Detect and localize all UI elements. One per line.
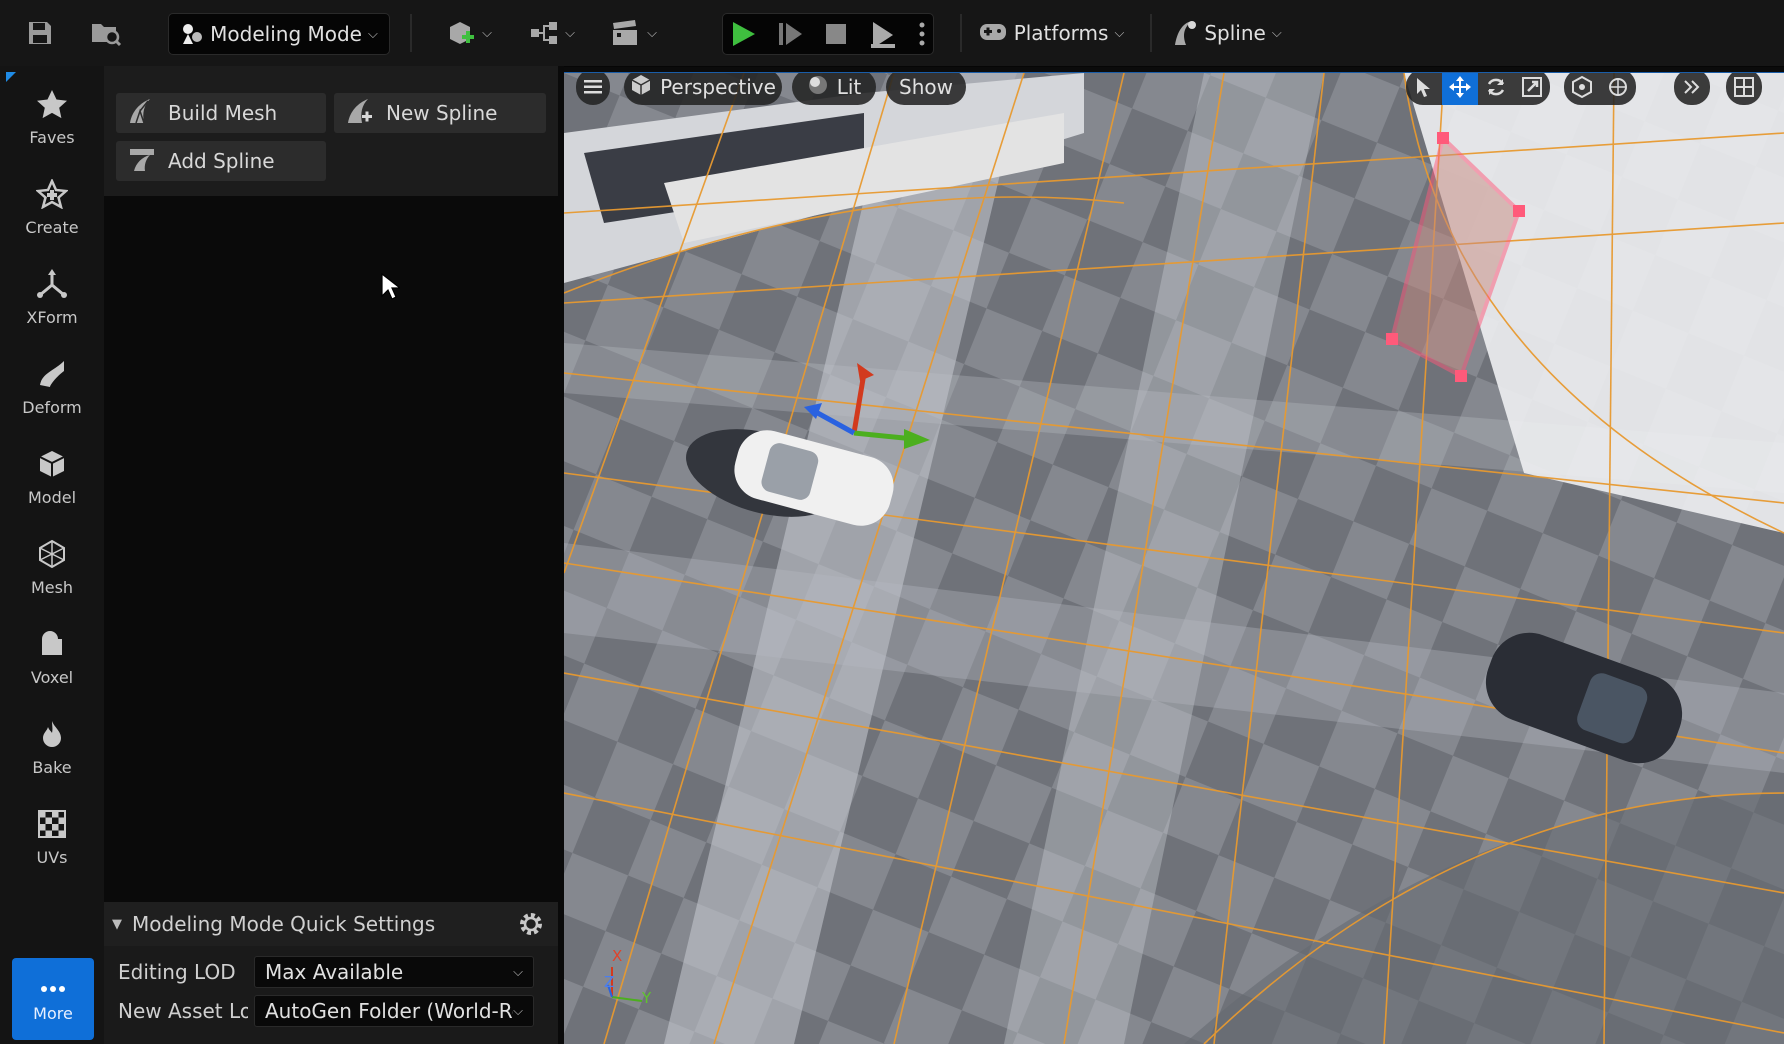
add-actor-button[interactable]: ⌵ (440, 14, 498, 52)
quick-settings-header[interactable]: ▼ Modeling Mode Quick Settings (104, 902, 558, 946)
category-faves[interactable]: Faves (0, 78, 104, 158)
lit-button[interactable]: Lit (792, 73, 876, 105)
platforms-label: Platforms (1013, 21, 1109, 45)
main-toolbar: Modeling Mode ⌵ ⌵ ⌵ ⌵ Platforms ⌵ Spline… (0, 0, 1784, 67)
spline-icon (1172, 19, 1198, 47)
category-voxel[interactable]: Voxel (0, 618, 104, 698)
new-asset-location-dropdown[interactable]: AutoGen Folder (World-Re ⌵ (254, 995, 534, 1027)
add-spline-icon (128, 145, 156, 178)
show-button[interactable]: Show (886, 73, 966, 105)
toolbar-separator (960, 14, 962, 52)
new-asset-location-label: New Asset Loca (118, 999, 248, 1023)
new-spline-icon (346, 97, 374, 130)
tool-category-bar: Faves Create XForm Deform Model Mesh Vox… (0, 66, 104, 1044)
spline-button[interactable]: Spline ⌵ (1168, 14, 1286, 52)
chevron-down-icon: ⌵ (1114, 25, 1125, 41)
axis-x-label: X (612, 947, 623, 965)
stop-icon[interactable] (824, 22, 848, 46)
tool-buttons: Build Mesh New Spline Add Spline (104, 66, 558, 196)
content-browser-icon[interactable] (84, 14, 128, 52)
spline-label: Spline (1204, 21, 1266, 45)
create-icon (34, 177, 70, 214)
chevron-down-icon: ⌵ (513, 964, 523, 980)
build-mesh-icon (128, 97, 156, 130)
editing-lod-dropdown[interactable]: Max Available ⌵ (254, 956, 534, 988)
category-create[interactable]: Create (0, 168, 104, 248)
chevron-down-icon: ⌵ (565, 25, 575, 41)
category-deform[interactable]: Deform (0, 348, 104, 428)
viewport-scene (564, 73, 1784, 1044)
chevron-down-icon: ⌵ (482, 25, 492, 41)
level-viewport[interactable]: Perspective Lit Show X Z Y (564, 73, 1784, 1044)
lit-sphere-icon (807, 74, 829, 101)
blueprint-button[interactable]: ⌵ (524, 14, 580, 52)
editing-lod-row: Editing LOD Max Available ⌵ (104, 953, 558, 991)
play-controls (722, 13, 934, 55)
toolbar-separator (410, 14, 412, 52)
step-forward-icon[interactable] (777, 20, 803, 48)
axis-indicator: X Z Y (604, 947, 664, 1009)
uvs-icon (37, 809, 67, 844)
save-icon[interactable] (20, 14, 60, 52)
axis-y-label: Y (642, 989, 652, 1007)
modeling-tools-panel: Build Mesh New Spline Add Spline ▼ Model… (104, 66, 558, 1044)
more-options-icon[interactable] (918, 20, 926, 48)
deform-icon (36, 359, 68, 394)
voxel-icon (36, 629, 68, 664)
editing-lod-label: Editing LOD (118, 960, 236, 984)
star-icon (36, 89, 68, 124)
ellipsis-icon (40, 976, 66, 998)
axis-z-label: Z (604, 973, 615, 991)
chevron-down-icon: ⌵ (513, 1003, 523, 1019)
category-xform[interactable]: XForm (0, 258, 104, 338)
select-mode-icon[interactable] (1406, 73, 1442, 105)
xform-icon (36, 269, 68, 304)
perspective-button[interactable]: Perspective (624, 73, 782, 105)
cinematics-button[interactable]: ⌵ (606, 14, 662, 52)
add-spline-button[interactable]: Add Spline (116, 141, 326, 181)
surface-snap-icon[interactable] (1564, 73, 1600, 105)
viewport-layout-icon[interactable] (1726, 73, 1762, 105)
play-icon[interactable] (730, 20, 756, 48)
translate-mode-icon[interactable] (1442, 73, 1478, 105)
chevron-down-icon: ⌵ (1271, 25, 1282, 41)
new-spline-button[interactable]: New Spline (334, 93, 546, 133)
modeling-mode-icon (180, 22, 204, 46)
mode-label: Modeling Mode (210, 22, 362, 46)
toolbar-separator (1150, 14, 1152, 52)
collapse-arrow-icon: ▼ (112, 916, 122, 932)
corner-marker (6, 72, 16, 82)
scale-mode-icon[interactable] (1514, 73, 1550, 105)
quick-settings-body: Editing LOD Max Available ⌵ New Asset Lo… (104, 946, 558, 1044)
platforms-button[interactable]: Platforms ⌵ (974, 14, 1128, 52)
eject-icon[interactable] (869, 20, 897, 48)
chevron-down-icon: ⌵ (647, 25, 657, 41)
cube-icon (630, 74, 652, 101)
mode-selector[interactable]: Modeling Mode ⌵ (168, 13, 390, 55)
mouse-cursor (380, 272, 402, 307)
more-button[interactable]: More (12, 958, 94, 1040)
gear-icon[interactable] (516, 909, 546, 944)
category-bake[interactable]: Bake (0, 708, 104, 788)
build-mesh-button[interactable]: Build Mesh (116, 93, 326, 133)
category-model[interactable]: Model (0, 438, 104, 518)
gamepad-icon (978, 22, 1008, 44)
new-asset-location-row: New Asset Loca AutoGen Folder (World-Re … (104, 992, 558, 1030)
mesh-icon (36, 539, 68, 574)
bake-icon (36, 719, 68, 754)
hamburger-menu-icon (584, 75, 602, 99)
rotate-mode-icon[interactable] (1478, 73, 1514, 105)
category-mesh[interactable]: Mesh (0, 528, 104, 608)
category-uvs[interactable]: UVs (0, 798, 104, 878)
chevron-down-icon: ⌵ (367, 26, 378, 42)
model-icon (36, 449, 68, 484)
world-local-icon[interactable] (1600, 73, 1636, 105)
expand-toolbar-icon[interactable] (1674, 73, 1710, 105)
